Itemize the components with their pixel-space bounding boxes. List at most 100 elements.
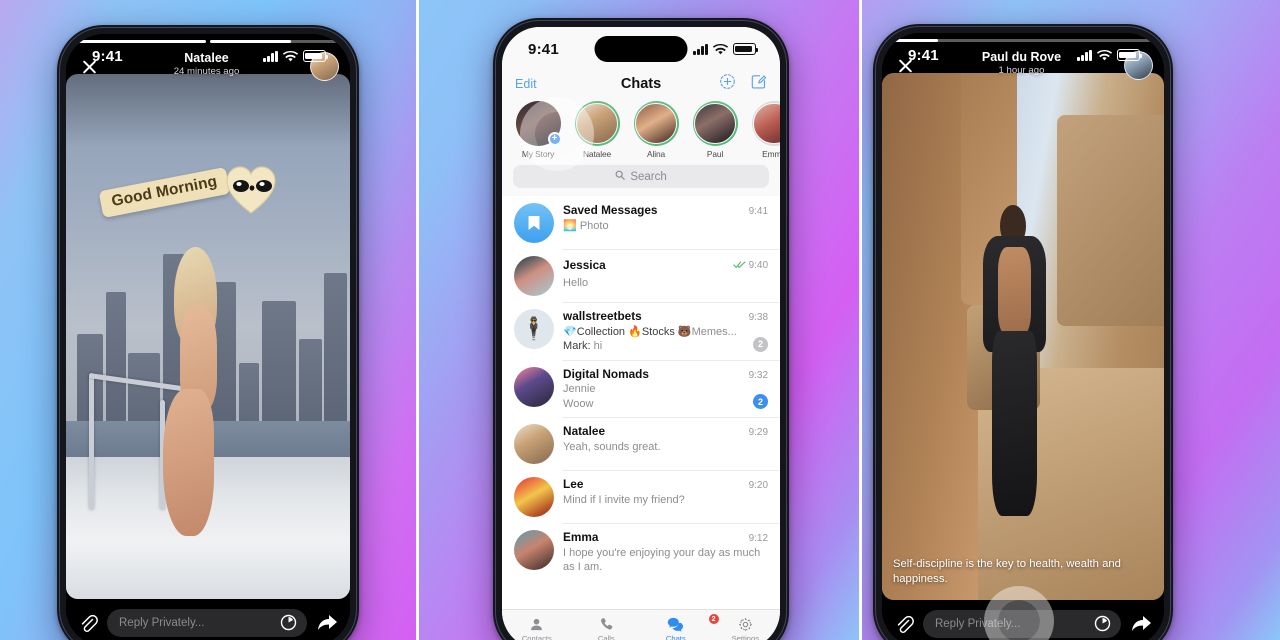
topic-label[interactable]: Stocks — [642, 326, 675, 338]
story-avatar — [635, 102, 677, 145]
chat-row-emma[interactable]: Emma 9:12 I hope you're enjoying your da… — [502, 523, 781, 581]
chat-row-meta: 9:20 — [749, 480, 768, 491]
tab-settings[interactable]: Settings — [711, 616, 781, 640]
story-item-my-story[interactable]: + My Story — [514, 101, 562, 159]
topic-label[interactable]: Collection — [577, 326, 625, 338]
paperclip-icon[interactable] — [78, 613, 98, 633]
story-subject-torso — [997, 246, 1032, 337]
nav-bar: Edit Chats — [502, 67, 780, 97]
chat-row-meta: 9:12 — [749, 533, 768, 544]
chat-preview: Mark: hi — [563, 339, 768, 354]
chat-row-meta: 9:41 — [749, 206, 768, 217]
chat-row-meta: 9:38 — [749, 312, 768, 323]
topic-label[interactable]: Memes... — [692, 326, 737, 338]
chat-row-body: Digital Nomads 9:32 Jennie Woow — [563, 367, 768, 412]
tab-contacts[interactable]: Contacts — [502, 616, 572, 640]
story-item-emma[interactable]: Emma — [750, 101, 781, 159]
chat-name: Jessica — [563, 258, 606, 272]
cellular-signal-icon — [263, 50, 278, 62]
story-subject-legs — [162, 389, 214, 536]
chat-row-saved-messages[interactable]: Saved Messages 9:41 🌅 Photo — [502, 196, 780, 249]
phone-frame-right: 9:41 Self-discipline is the key to healt… — [872, 24, 1173, 640]
story-label: Paul — [706, 149, 724, 159]
story-photo-desert — [881, 73, 1164, 600]
saved-messages-avatar — [514, 203, 555, 243]
phone-screen-middle: 9:41 Edit Chats + My Story Natalee Alina… — [502, 27, 781, 640]
my-story-ring: + — [515, 101, 562, 146]
bookmark-icon — [528, 216, 540, 230]
chat-row-meta: 9:40 — [732, 256, 769, 274]
chat-name: Emma — [563, 530, 599, 545]
tab-chats[interactable]: 2 Chats — [641, 613, 720, 640]
chat-time: 9:38 — [748, 312, 769, 323]
chat-preview: 🌅 Photo — [563, 219, 768, 234]
chat-preview: Hello — [563, 276, 589, 289]
edit-button[interactable]: Edit — [515, 77, 537, 91]
share-arrow-icon[interactable] — [1130, 614, 1152, 634]
sticker-clock-icon[interactable] — [280, 614, 297, 631]
panel-divider — [416, 0, 420, 640]
chat-row-lee[interactable]: Lee 9:20 Mind if I invite my friend? — [502, 470, 781, 523]
stories-strip: + My Story Natalee Alina Paul Emm — [502, 97, 781, 163]
chat-preview: Mind if I invite my friend? — [563, 493, 685, 506]
phone-screen-left: Good Morning Natalee 24 minutes ago Repl… — [66, 34, 350, 640]
reply-placeholder: Reply Privately... — [934, 617, 1021, 630]
reply-input-right[interactable]: Reply Privately... — [922, 609, 1121, 638]
chat-row-jessica[interactable]: Jessica 9:40 Hello — [502, 249, 781, 302]
story-ring — [633, 101, 679, 146]
phone-frame-middle: 9:41 Edit Chats + My Story Natalee Alina… — [493, 18, 790, 640]
chat-row-meta: 9:29 — [749, 427, 768, 438]
chat-time: 9:40 — [748, 259, 769, 271]
story-label: My Story — [521, 149, 555, 159]
topic-emoji: 🐻 — [677, 325, 692, 338]
story-viewer-paul: 9:41 Self-discipline is the key to healt… — [881, 33, 1164, 640]
story-media-card: Self-discipline is the key to health, we… — [881, 73, 1164, 600]
chat-avatar — [514, 477, 555, 518]
search-input[interactable]: Search — [513, 165, 770, 188]
unread-badge: 2 — [753, 336, 769, 352]
page-title: Chats — [620, 76, 662, 92]
chat-avatar — [514, 256, 555, 296]
status-bar-right: 9:41 — [882, 33, 1164, 73]
story-item-natalee[interactable]: Natalee — [573, 101, 621, 159]
chat-row-body: Lee 9:20 Mind if I invite my friend? — [563, 477, 768, 517]
chat-row-digital-nomads[interactable]: Digital Nomads 9:32 Jennie Woow 2 — [502, 359, 781, 418]
search-area: Search — [502, 163, 780, 196]
story-ring — [751, 101, 781, 146]
add-story-icon[interactable] — [719, 73, 736, 95]
chat-topics: 💎Collection 🔥Stocks 🐻Memes... — [563, 325, 768, 340]
status-bar-left: 9:41 — [66, 34, 350, 74]
share-arrow-icon[interactable] — [316, 613, 338, 633]
dynamic-island — [594, 36, 688, 62]
story-avatar — [576, 102, 618, 145]
chat-row-body: Natalee 9:29 Yeah, sounds great. — [563, 424, 768, 464]
chat-preview-text: Photo — [579, 219, 609, 232]
chat-row-body: Emma 9:12 I hope you're enjoying your da… — [563, 530, 768, 575]
message-sender: Mark: — [563, 340, 591, 353]
chat-row-wallstreetbets[interactable]: 🕴️ wallstreetbets 9:38 💎Collection 🔥Stoc… — [502, 302, 781, 360]
wifi-icon — [713, 43, 729, 55]
chat-row-natalee[interactable]: Natalee 9:29 Yeah, sounds great. — [502, 417, 781, 470]
screenshot-stage: Good Morning Natalee 24 minutes ago Repl… — [0, 0, 1280, 640]
chat-name: Lee — [563, 477, 584, 492]
nav-actions — [719, 73, 767, 95]
tab-calls[interactable]: Calls — [572, 616, 642, 640]
chat-row-body: wallstreetbets 9:38 💎Collection 🔥Stocks … — [563, 309, 768, 354]
story-item-paul[interactable]: Paul — [691, 101, 739, 159]
story-label: Emma — [762, 149, 781, 159]
story-item-alina[interactable]: Alina — [632, 101, 680, 159]
chat-list[interactable]: Saved Messages 9:41 🌅 Photo Jessica 9:40… — [502, 196, 781, 609]
battery-icon — [733, 43, 759, 55]
chat-row-top: Saved Messages 9:41 — [563, 203, 768, 217]
sticker-clock-icon[interactable] — [1094, 615, 1111, 632]
chat-preview-text: hi — [593, 340, 603, 353]
panel-story-natalee: Good Morning Natalee 24 minutes ago Repl… — [0, 0, 417, 640]
paperclip-icon[interactable] — [894, 614, 914, 634]
tab-label: Settings — [731, 634, 760, 640]
reply-input-left[interactable]: Reply Privately... — [107, 608, 307, 637]
topic-emoji: 🔥 — [628, 325, 642, 338]
compose-icon[interactable] — [750, 73, 767, 95]
add-story-plus-icon[interactable]: + — [547, 132, 562, 146]
panel-story-paul: 9:41 Self-discipline is the key to healt… — [861, 0, 1280, 640]
chat-row-top: Digital Nomads 9:32 — [563, 367, 768, 381]
